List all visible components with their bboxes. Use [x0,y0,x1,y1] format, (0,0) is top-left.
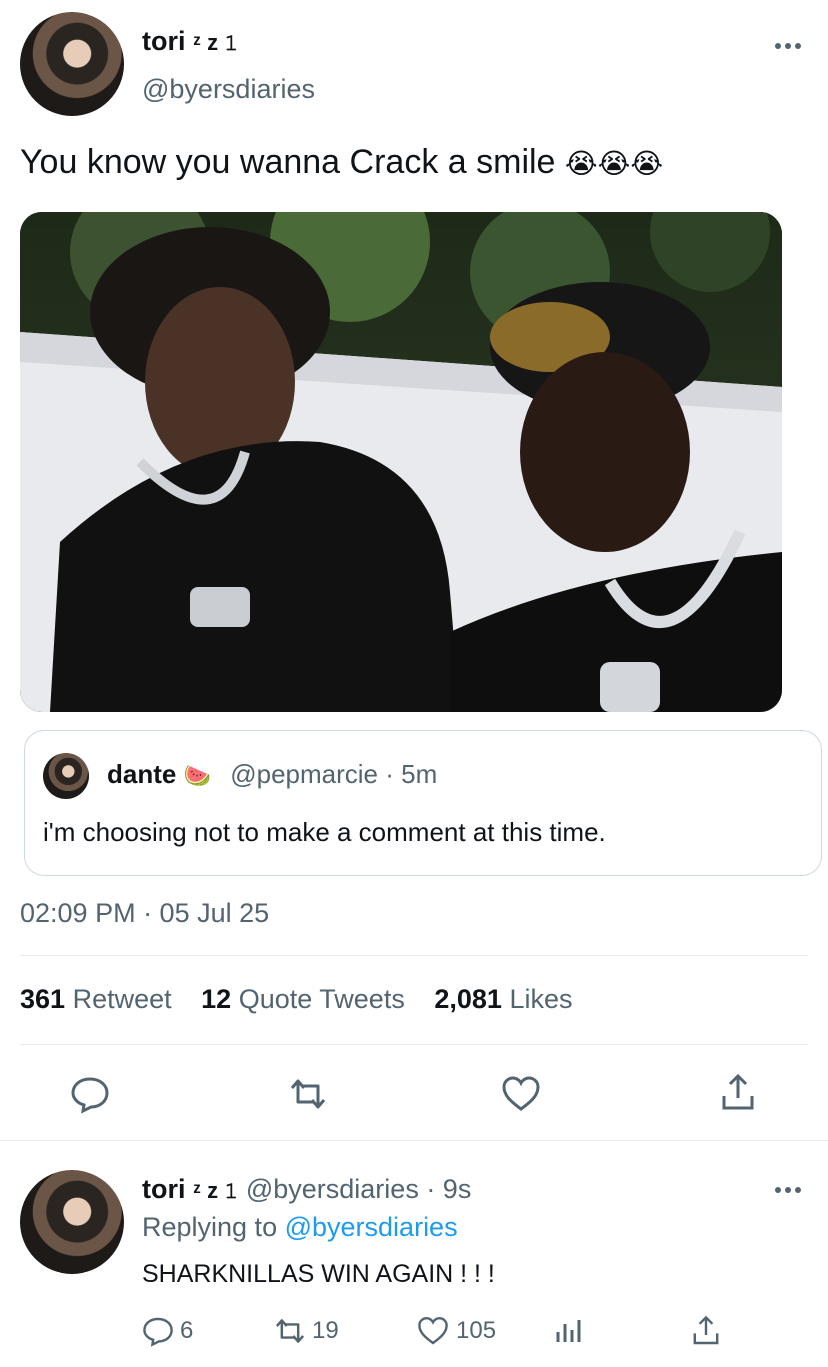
reply-action-reply[interactable]: 6 [142,1314,193,1348]
tweet-timestamp[interactable]: 02:09 PM · 05 Jul 25 [20,898,269,929]
divider [20,955,808,956]
quoted-author-name[interactable]: dante [107,759,176,789]
author-name[interactable]: tori ᶻ z 𝟷 [142,26,238,57]
retweets-stat[interactable]: 361 Retweet [20,984,179,1014]
share-icon[interactable] [690,1314,722,1348]
replying-to-line: Replying to @byersdiaries [142,1212,458,1242]
like-count: 105 [456,1317,497,1344]
more-options-icon[interactable] [770,34,806,58]
tweet-photo[interactable] [20,212,782,712]
retweet-icon[interactable] [286,1076,330,1112]
reply-text: SHARKNILLAS WIN AGAIN ! ! ! [142,1260,495,1288]
divider [20,1044,808,1045]
section-divider [0,1140,828,1141]
author-handle[interactable]: @byersdiaries [142,74,315,105]
reply-icon[interactable] [70,1074,110,1114]
author-avatar[interactable] [20,12,124,116]
quotes-stat[interactable]: 12 Quote Tweets [201,984,412,1014]
quoted-text: i'm choosing not to make a comment at th… [43,817,606,847]
tweet-text: You know you wanna Crack a smile 😭😭😭 [20,143,664,181]
like-icon[interactable] [500,1074,542,1114]
reply-icon [142,1315,174,1347]
quoted-author-avatar[interactable] [43,753,89,799]
reply-author-name[interactable]: tori ᶻ z 𝟷 [142,1174,246,1204]
reply-header: tori ᶻ z 𝟷 @byersdiaries · 9s [142,1174,471,1205]
share-icon[interactable] [718,1072,758,1114]
retweet-count: 19 [312,1317,339,1344]
quoted-author-line: dante 🍉 @pepmarcie · 5m [107,759,437,790]
retweet-icon [272,1316,308,1346]
reply-action-retweet[interactable]: 19 [272,1314,339,1348]
photo-illustration [20,212,782,712]
crying-emoji: 😭😭😭 [564,148,664,179]
reply-action-like[interactable]: 105 [416,1314,496,1348]
analytics-icon[interactable] [554,1316,584,1346]
replying-to-link[interactable]: @byersdiaries [285,1212,458,1242]
quoted-tweet-card[interactable]: dante 🍉 @pepmarcie · 5m i'm choosing not… [24,730,822,876]
like-icon [416,1315,450,1347]
quoted-meta: @pepmarcie · 5m [230,759,438,789]
reply-author-avatar[interactable] [20,1170,124,1274]
likes-stat[interactable]: 2,081 Likes [434,984,572,1014]
reply-count: 6 [180,1317,194,1344]
reply-handle-time: @byersdiaries · 9s [245,1174,472,1204]
watermelon-emoji: 🍉 [183,763,211,788]
tweet-stats: 361 Retweet 12 Quote Tweets 2,081 Likes [20,984,572,1015]
reply-more-icon[interactable] [770,1178,806,1202]
